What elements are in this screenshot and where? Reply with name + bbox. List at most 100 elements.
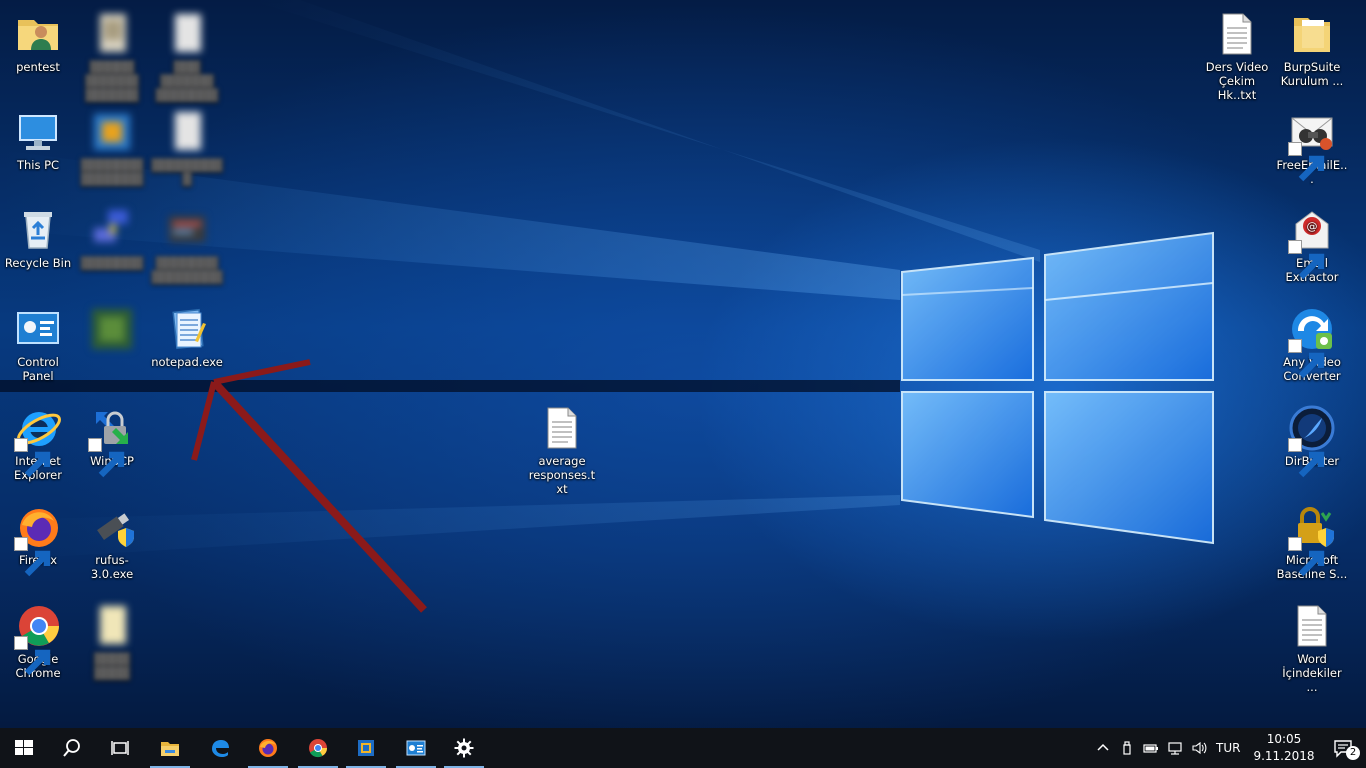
tray-usb[interactable] <box>1118 728 1136 768</box>
task-view-icon <box>111 741 129 755</box>
shortcut-arrow-icon <box>1288 240 1325 280</box>
redacted-label: ████ ████ <box>94 652 130 680</box>
desktop-icon-microsoft-baseline[interactable]: Microsoft Baseline S... <box>1274 503 1350 581</box>
chevron-up-icon <box>1097 743 1109 751</box>
redacted-app-icon <box>88 305 136 353</box>
dirbuster-icon <box>1288 404 1336 478</box>
shortcut-arrow-icon <box>1288 339 1325 379</box>
desktop-icon-internet-explorer[interactable]: Internet Explorer <box>0 404 76 482</box>
icon-label: Control Panel <box>17 355 59 383</box>
desktop-icon-pentest[interactable]: pentest <box>0 10 76 74</box>
desktop-icon-average-responses[interactable]: average responses.txt <box>524 404 600 496</box>
taskbar-settings[interactable] <box>440 728 488 768</box>
desktop-icon-word-icindekiler[interactable]: Word İçindekiler ... <box>1274 602 1350 694</box>
tray-show-hidden[interactable] <box>1094 728 1112 768</box>
redacted-app-icon <box>88 206 136 254</box>
input-language-indicator[interactable]: TUR <box>1216 728 1240 768</box>
edge-icon <box>212 740 229 757</box>
icon-label: pentest <box>16 60 60 74</box>
control-panel-icon <box>14 305 62 353</box>
tray-volume[interactable] <box>1190 728 1208 768</box>
redacted-label: ███████ <box>81 256 143 270</box>
firefox-icon <box>14 503 62 577</box>
redacted-app-icon <box>88 108 136 156</box>
desktop-icon-burpsuite-folder[interactable]: BurpSuite Kurulum ... <box>1274 10 1350 88</box>
shortcut-arrow-icon <box>1288 537 1325 577</box>
redacted-label: ███████ ███████ <box>81 158 143 186</box>
search-button[interactable] <box>48 728 96 768</box>
desktop-icon-redacted-4[interactable] <box>74 305 150 355</box>
icon-label: rufus-3.0.exe <box>90 553 134 581</box>
taskbar-control-panel[interactable] <box>392 728 440 768</box>
taskbar-chrome[interactable] <box>294 728 342 768</box>
desktop-icon-email-extractor[interactable]: @ Email Extractor <box>1274 206 1350 284</box>
taskbar-virtualbox[interactable] <box>342 728 390 768</box>
desktop-icon-this-pc[interactable]: This PC <box>0 108 76 172</box>
desktop-icon-redacted-2[interactable]: ███████ ███████ <box>74 108 150 186</box>
redacted-file-icon <box>88 602 136 650</box>
taskbar: TUR 10:05 9.11.2018 2 <box>0 728 1366 768</box>
text-file-icon <box>1213 10 1261 58</box>
taskbar-edge[interactable] <box>196 728 244 768</box>
padlock-shield-icon <box>1288 503 1336 577</box>
desktop-icon-redacted-7[interactable]: █████████ <box>149 108 225 186</box>
desktop-icon-ders-video[interactable]: Ders Video Çekim Hk..txt <box>1199 10 1275 102</box>
email-binoculars-icon <box>1288 108 1336 182</box>
desktop-icon-recycle-bin[interactable]: Recycle Bin <box>0 206 76 270</box>
virtualbox-icon <box>358 740 374 756</box>
clock-time: 10:05 <box>1266 732 1302 746</box>
desktop-icon-freeemail[interactable]: FreeEmailE... <box>1274 108 1350 186</box>
usb-drive-icon <box>88 503 136 551</box>
task-view-button[interactable] <box>96 728 144 768</box>
clock[interactable]: 10:05 9.11.2018 <box>1248 731 1320 765</box>
desktop-icon-redacted-1[interactable]: █████ ██████ ██████ <box>74 10 150 102</box>
taskbar-file-explorer[interactable] <box>146 728 194 768</box>
icon-label: average responses.txt <box>528 454 596 496</box>
settings-gear-icon <box>454 738 474 758</box>
shortcut-arrow-icon <box>14 636 51 676</box>
tray-network[interactable] <box>1166 728 1184 768</box>
desktop-icon-any-video-converter[interactable]: Any Video Converter <box>1274 305 1350 383</box>
email-extractor-icon: @ <box>1288 206 1336 280</box>
chrome-icon <box>14 602 62 676</box>
redacted-file-icon <box>88 10 136 58</box>
redacted-label: ███ ██████ ███████ <box>156 60 218 102</box>
desktop-icon-firefox[interactable]: Firefox <box>0 503 76 577</box>
desktop-icon-redacted-5[interactable]: ████ ████ <box>74 602 150 680</box>
text-file-icon <box>538 404 586 452</box>
control-panel-icon <box>406 740 426 756</box>
redacted-file-icon <box>163 10 211 58</box>
desktop-icon-dirbuster[interactable]: DirBuster <box>1274 404 1350 478</box>
start-windows-icon <box>15 740 33 755</box>
red-annotation-arrow <box>191 359 427 613</box>
battery-icon <box>1143 744 1158 753</box>
recycle-bin-icon <box>14 206 62 254</box>
redacted-label: █████████ <box>151 158 223 186</box>
desktop-icon-control-panel[interactable]: Control Panel <box>0 305 76 383</box>
usb-eject-icon <box>1123 741 1131 755</box>
desktop-icon-notepad[interactable]: notepad.exe <box>149 305 225 369</box>
file-explorer-icon <box>161 742 179 756</box>
shortcut-arrow-icon <box>1288 142 1325 182</box>
taskbar-firefox[interactable] <box>244 728 292 768</box>
icon-label: Recycle Bin <box>4 256 72 270</box>
desktop-icon-redacted-3[interactable]: ███████ <box>74 206 150 270</box>
desktop-icon-google-chrome[interactable]: Google Chrome <box>0 602 76 680</box>
icon-label: This PC <box>16 158 60 172</box>
shortcut-arrow-icon <box>1288 438 1325 478</box>
redacted-label: █████ ██████ ██████ <box>85 60 139 102</box>
redacted-app-icon <box>163 206 211 254</box>
start-button[interactable] <box>0 728 48 768</box>
desktop-icon-rufus[interactable]: rufus-3.0.exe <box>74 503 150 581</box>
speaker-icon <box>1192 741 1207 755</box>
desktop-icon-redacted-6[interactable]: ███ ██████ ███████ <box>149 10 225 102</box>
icon-label: Ders Video Çekim Hk..txt <box>1205 60 1269 102</box>
text-file-icon <box>1288 602 1336 650</box>
svg-text:@: @ <box>1307 220 1318 233</box>
action-center-button[interactable]: 2 <box>1320 728 1366 768</box>
desktop-icon-winscp[interactable]: WinSCP <box>74 404 150 478</box>
shortcut-arrow-icon <box>14 438 51 478</box>
clock-date: 9.11.2018 <box>1253 749 1315 763</box>
tray-battery[interactable] <box>1142 728 1160 768</box>
desktop-icon-redacted-8[interactable]: ███████ ████████ <box>149 206 225 284</box>
